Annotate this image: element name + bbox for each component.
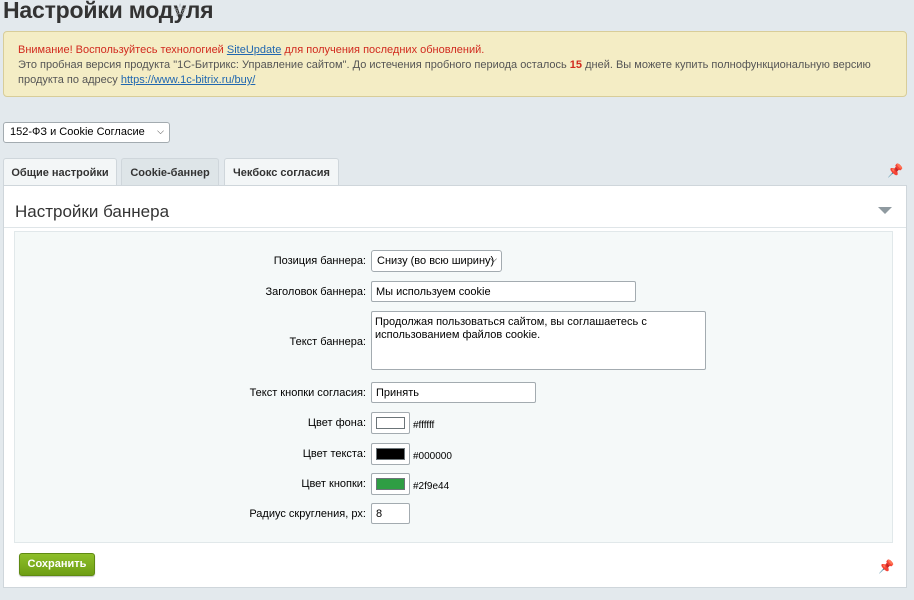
text-color-picker[interactable] (371, 443, 410, 465)
bg-color-swatch (376, 417, 405, 429)
radius-input[interactable]: 8 (371, 503, 410, 524)
pin-icon[interactable]: 📌 (887, 163, 903, 179)
panel-title: Настройки баннера (15, 202, 170, 221)
button-color-picker[interactable] (371, 473, 410, 495)
warning-text-after: для получения последних обновлений. (281, 44, 485, 56)
tab-cookie-banner[interactable]: Cookie-баннер (121, 158, 219, 187)
collapse-arrow-icon[interactable] (878, 207, 892, 214)
position-label: Позиция баннера: (273, 255, 366, 267)
save-button[interactable]: Сохранить (19, 553, 95, 576)
module-select-value: 152-ФЗ и Cookie Согласие (10, 126, 145, 138)
star-icon[interactable]: ☆ (172, 0, 188, 21)
module-select[interactable]: 152-ФЗ и Cookie Согласие ⌵ (3, 122, 170, 143)
position-value: Снизу (во всю ширину) (377, 255, 495, 267)
chevron-down-icon: ⌵ (157, 126, 164, 136)
button-text-label: Текст кнопки согласия: (249, 387, 366, 399)
buy-link[interactable]: https://www.1c-bitrix.ru/buy/ (121, 74, 256, 86)
radius-label: Радиус скругления, px: (249, 508, 366, 520)
bg-color-value: #ffffff (413, 420, 435, 431)
bg-color-picker[interactable] (371, 412, 410, 434)
tab-consent-checkbox[interactable]: Чекбокс согласия (224, 158, 339, 186)
trial-days: 15 (569, 59, 583, 71)
pin-icon[interactable]: 📌 (878, 559, 894, 575)
button-color-label: Цвет кнопки: (301, 478, 366, 490)
panel-divider (4, 227, 906, 228)
chevron-down-icon: ⌵ (490, 254, 497, 264)
banner-settings-form: Позиция баннера: Снизу (во всю ширину) ⌵… (14, 231, 893, 543)
heading-label: Заголовок баннера: (265, 286, 367, 298)
siteupdate-link[interactable]: SiteUpdate (227, 44, 281, 56)
position-select[interactable]: Снизу (во всю ширину) ⌵ (371, 250, 502, 272)
text-color-swatch (376, 448, 405, 460)
bg-color-label: Цвет фона: (307, 417, 366, 429)
update-warning: Внимание! Воспользуйтесь технологией Sit… (18, 43, 892, 58)
settings-panel: Настройки баннера Позиция баннера: Снизу… (3, 185, 907, 588)
button-color-value: #2f9e44 (413, 481, 450, 492)
text-textarea[interactable] (371, 311, 706, 370)
trial-notice: Внимание! Воспользуйтесь технологией Sit… (3, 31, 907, 97)
button-text-input[interactable]: Принять (371, 382, 536, 403)
text-color-label: Цвет текста: (302, 448, 366, 460)
text-label: Текст баннера: (289, 336, 366, 348)
heading-input[interactable]: Мы используем cookie (371, 281, 636, 302)
button-color-swatch (376, 478, 405, 490)
tab-general[interactable]: Общие настройки (3, 158, 117, 186)
trial-info: Это пробная версия продукта "1С-Битрикс:… (18, 58, 892, 88)
text-color-value: #000000 (413, 451, 452, 462)
trial-text: Это пробная версия продукта "1С-Битрикс:… (18, 59, 570, 71)
warning-text: Внимание! Воспользуйтесь технологией (18, 44, 227, 56)
